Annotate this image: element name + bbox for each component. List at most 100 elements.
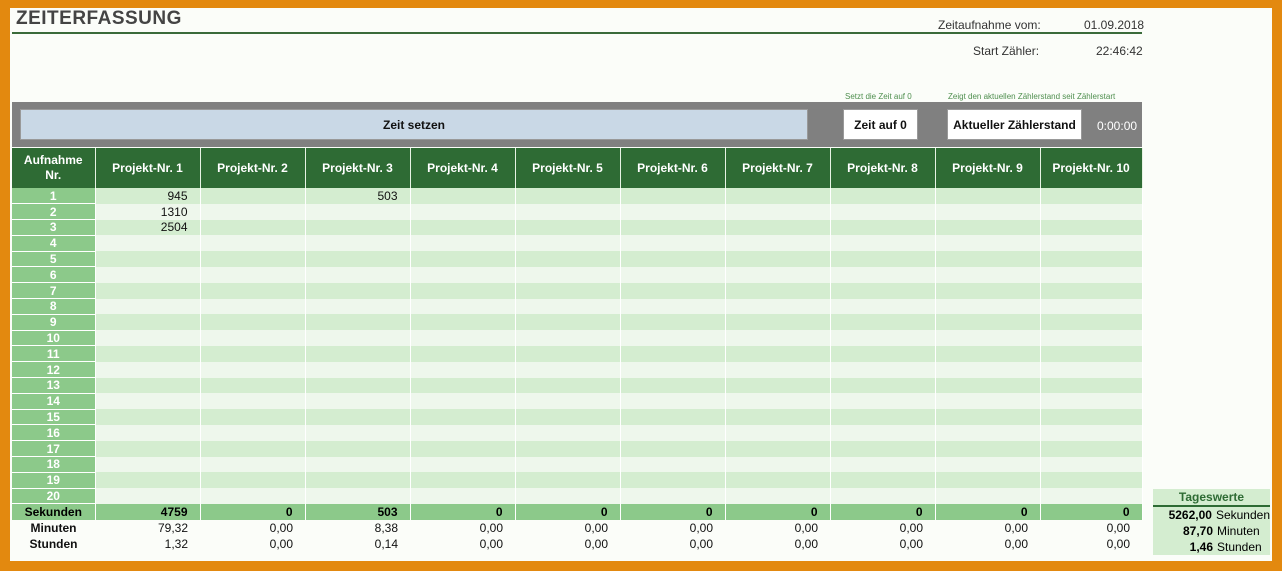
table-cell[interactable] xyxy=(935,235,1041,252)
table-cell[interactable] xyxy=(620,266,726,283)
table-cell[interactable] xyxy=(725,219,831,236)
table-cell[interactable] xyxy=(1040,219,1143,236)
table-cell[interactable] xyxy=(305,330,411,346)
column-header-projekt-9[interactable]: Projekt-Nr. 9 xyxy=(935,148,1041,188)
table-cell[interactable] xyxy=(515,393,621,410)
table-cell[interactable] xyxy=(830,188,936,204)
table-cell[interactable] xyxy=(305,409,411,425)
table-cell[interactable] xyxy=(410,282,516,299)
table-cell[interactable] xyxy=(515,298,621,315)
table-cell[interactable] xyxy=(515,188,621,204)
table-cell[interactable] xyxy=(1040,235,1143,252)
table-cell[interactable] xyxy=(935,330,1041,346)
table-cell[interactable] xyxy=(830,456,936,473)
table-cell[interactable] xyxy=(1040,409,1143,425)
table-cell[interactable] xyxy=(935,456,1041,473)
table-cell[interactable] xyxy=(935,219,1041,236)
table-cell[interactable] xyxy=(410,456,516,473)
table-cell[interactable] xyxy=(725,377,831,394)
table-cell[interactable] xyxy=(95,345,201,362)
table-cell[interactable] xyxy=(305,377,411,394)
table-cell[interactable] xyxy=(830,377,936,394)
table-cell[interactable] xyxy=(725,409,831,425)
table-cell[interactable] xyxy=(410,251,516,267)
table-cell[interactable] xyxy=(1040,188,1143,204)
table-cell[interactable] xyxy=(515,472,621,489)
table-cell[interactable] xyxy=(305,472,411,489)
table-cell[interactable] xyxy=(830,472,936,489)
table-cell[interactable] xyxy=(935,440,1041,457)
table-cell[interactable] xyxy=(620,424,726,441)
table-cell[interactable] xyxy=(95,361,201,378)
table-cell[interactable] xyxy=(935,377,1041,394)
table-cell[interactable] xyxy=(620,440,726,457)
table-cell[interactable] xyxy=(620,393,726,410)
table-cell[interactable] xyxy=(200,251,306,267)
table-cell[interactable] xyxy=(1040,488,1143,504)
table-cell[interactable] xyxy=(95,266,201,283)
table-cell[interactable] xyxy=(200,235,306,252)
table-cell[interactable] xyxy=(515,345,621,362)
column-header-projekt-8[interactable]: Projekt-Nr. 8 xyxy=(830,148,936,188)
table-cell[interactable] xyxy=(725,330,831,346)
table-cell[interactable] xyxy=(410,219,516,236)
table-cell[interactable] xyxy=(515,203,621,220)
table-cell[interactable] xyxy=(410,298,516,315)
table-cell[interactable] xyxy=(305,203,411,220)
table-cell[interactable] xyxy=(200,393,306,410)
table-cell[interactable] xyxy=(305,393,411,410)
table-cell[interactable] xyxy=(830,298,936,315)
table-cell[interactable] xyxy=(410,188,516,204)
table-cell[interactable] xyxy=(1040,203,1143,220)
table-cell[interactable] xyxy=(200,298,306,315)
table-cell[interactable] xyxy=(830,314,936,331)
table-cell[interactable] xyxy=(935,203,1041,220)
table-cell[interactable] xyxy=(410,472,516,489)
table-cell[interactable] xyxy=(95,282,201,299)
table-cell[interactable] xyxy=(935,345,1041,362)
table-cell[interactable] xyxy=(725,456,831,473)
table-cell[interactable] xyxy=(725,188,831,204)
set-time-button[interactable]: Zeit setzen xyxy=(20,109,808,140)
table-cell[interactable] xyxy=(95,488,201,504)
column-header-projekt-2[interactable]: Projekt-Nr. 2 xyxy=(200,148,306,188)
table-cell[interactable] xyxy=(935,188,1041,204)
table-cell[interactable] xyxy=(620,377,726,394)
table-cell[interactable] xyxy=(935,314,1041,331)
table-cell[interactable] xyxy=(200,424,306,441)
table-cell[interactable] xyxy=(410,488,516,504)
table-cell[interactable] xyxy=(1040,377,1143,394)
table-cell[interactable] xyxy=(515,266,621,283)
table-cell[interactable] xyxy=(200,409,306,425)
table-cell[interactable] xyxy=(305,440,411,457)
column-header-projekt-10[interactable]: Projekt-Nr. 10 xyxy=(1040,148,1143,188)
column-header-projekt-7[interactable]: Projekt-Nr. 7 xyxy=(725,148,831,188)
table-cell[interactable] xyxy=(725,424,831,441)
table-cell[interactable] xyxy=(1040,456,1143,473)
table-cell[interactable] xyxy=(515,361,621,378)
table-cell[interactable] xyxy=(935,424,1041,441)
column-header-projekt-3[interactable]: Projekt-Nr. 3 xyxy=(305,148,411,188)
table-cell[interactable] xyxy=(935,266,1041,283)
table-cell[interactable] xyxy=(305,266,411,283)
table-cell[interactable] xyxy=(305,424,411,441)
table-cell[interactable] xyxy=(515,314,621,331)
table-cell[interactable] xyxy=(1040,266,1143,283)
table-cell[interactable] xyxy=(935,251,1041,267)
table-cell[interactable] xyxy=(620,203,726,220)
table-cell[interactable] xyxy=(95,330,201,346)
table-cell[interactable] xyxy=(410,440,516,457)
table-cell[interactable] xyxy=(95,251,201,267)
table-cell[interactable] xyxy=(725,282,831,299)
table-cell[interactable] xyxy=(1040,361,1143,378)
table-cell[interactable] xyxy=(935,472,1041,489)
table-cell[interactable] xyxy=(830,345,936,362)
table-cell[interactable] xyxy=(1040,440,1143,457)
table-cell[interactable] xyxy=(830,266,936,283)
table-cell[interactable] xyxy=(830,330,936,346)
table-cell[interactable] xyxy=(305,251,411,267)
table-cell[interactable] xyxy=(515,219,621,236)
table-cell[interactable] xyxy=(515,235,621,252)
table-cell[interactable] xyxy=(200,440,306,457)
table-cell[interactable] xyxy=(620,298,726,315)
